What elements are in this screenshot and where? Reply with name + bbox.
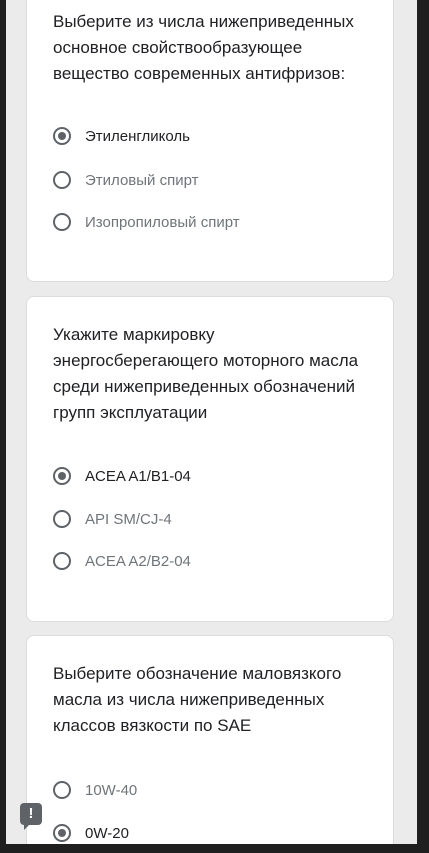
option-label: 0W-20 [85,824,129,842]
option-radio[interactable]: 10W-40 [53,778,137,802]
option-label: Этиловый спирт [85,171,199,189]
option-radio[interactable]: ACEA A1/B1-04 [53,464,191,488]
option-radio[interactable]: ACEA A2/B2-04 [53,549,191,573]
option-label: Изопропиловый спирт [85,213,240,231]
option-label: API SM/CJ-4 [85,510,172,528]
radio-checked-icon[interactable] [53,824,71,842]
question-card-3: Выберите обозначение маловязкого масла и… [26,635,394,844]
option-radio[interactable]: Этиловый спирт [53,168,198,192]
radio-unchecked-icon[interactable] [53,213,71,231]
question-text: Выберите из числа нижеприведенных основн… [53,12,354,83]
report-problem-icon[interactable]: ! [20,803,42,830]
question-text: Выберите обозначение маловязкого масла и… [53,664,342,735]
option-label: 10W-40 [85,781,138,799]
option-label: ACEA A1/B1-04 [85,467,191,485]
option-radio[interactable]: 0W-20 [53,821,129,844]
radio-checked-icon[interactable] [53,127,71,145]
form-viewport: Выберите из числа нижеприведенных основн… [6,0,417,844]
radio-unchecked-icon[interactable] [53,552,71,570]
radio-checked-icon[interactable] [53,467,71,485]
question-text: Укажите маркировку энергосберегающего мо… [53,325,359,422]
radio-unchecked-icon[interactable] [53,171,71,189]
option-label: Этиленгликоль [85,127,190,145]
option-label: ACEA A2/B2-04 [85,552,191,570]
radio-unchecked-icon[interactable] [53,510,71,528]
question-card-2: Укажите маркировку энергосберегающего мо… [26,296,394,622]
option-radio[interactable]: Изопропиловый спирт [53,210,240,234]
option-radio[interactable]: Этиленгликоль [53,124,190,148]
question-card-1: Выберите из числа нижеприведенных основн… [26,0,394,282]
option-radio[interactable]: API SM/CJ-4 [53,507,172,531]
radio-unchecked-icon[interactable] [53,781,71,799]
